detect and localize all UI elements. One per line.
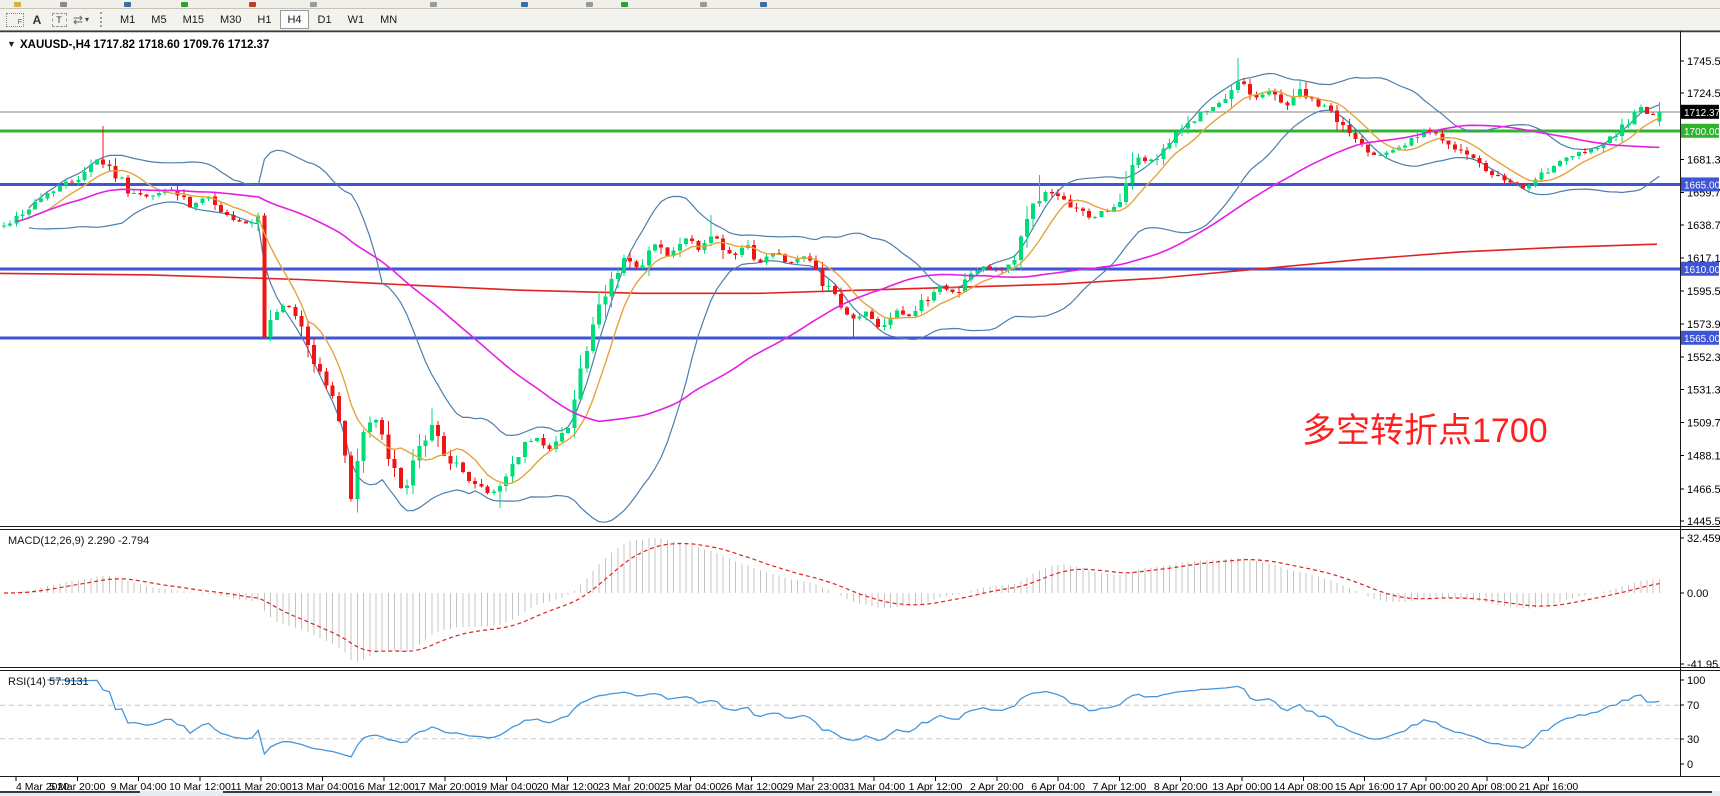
toolbar-icon-fragment (586, 2, 593, 7)
clipped-upper-toolbar (0, 0, 1720, 9)
price-axis-label: 1531.30 (1687, 384, 1720, 396)
price-axis-label: 1488.10 (1687, 451, 1720, 463)
time-axis-label: 29 Mar 23:00 (782, 781, 844, 791)
timeframe-button-w1[interactable]: W1 (341, 10, 372, 29)
price-badge-label: 1712.37 (1684, 108, 1720, 119)
price-axis-label: 1595.50 (1687, 286, 1720, 298)
chart-title: XAUUSD-,H4 1717.82 1718.60 1709.76 1712.… (20, 39, 269, 51)
rsi-line (47, 680, 1659, 757)
price-badge-label: 1700.00 (1684, 127, 1720, 138)
rsi-label: RSI(14) 57.9131 (8, 676, 89, 688)
rsi-panel (0, 680, 1680, 757)
toolbar-icon-fragment (621, 2, 628, 7)
annotation-text[interactable]: 多空转折点1700 (1302, 412, 1548, 450)
toolbar-icon-fragment (700, 2, 707, 7)
price-axis-label: 1745.50 (1687, 56, 1720, 68)
toolbar-icon-fragment (60, 2, 67, 7)
time-axis-label: 14 Apr 08:00 (1274, 781, 1334, 791)
time-axis-label: 17 Mar 20:00 (414, 781, 476, 791)
time-axis-label: 31 Mar 04:00 (843, 781, 905, 791)
price-chart-canvas[interactable]: 多空转折点1700 ▼ XAUUSD-,H4 1717.82 1718.60 170… (0, 31, 1720, 791)
price-axis-label: 1466.50 (1687, 484, 1720, 496)
time-axis-label: 26 Mar 12:00 (721, 781, 783, 791)
price-axis-label: 1638.70 (1687, 220, 1720, 232)
toolbar-icon-fragment (249, 2, 256, 7)
collapse-symbol-list-icon[interactable]: ▼ (7, 39, 16, 49)
chart-tab-strip[interactable] (0, 791, 1720, 796)
time-axis-label: 19 Mar 04:00 (475, 781, 537, 791)
toolbar-icon-fragment (521, 2, 528, 7)
price-axis-label: 1552.30 (1687, 352, 1720, 364)
rsi-axis-label: 100 (1687, 675, 1705, 687)
arrows-tool-icon[interactable]: ⇄ ▾ (71, 11, 91, 28)
timeframe-button-d1[interactable]: D1 (311, 10, 339, 29)
time-axis-label: 2 Apr 20:00 (970, 781, 1024, 791)
price-panel (0, 58, 1680, 522)
time-axis-label: 1 Apr 12:00 (909, 781, 963, 791)
bollinger-lower-band (29, 110, 1660, 522)
time-axis-label: 15 Apr 16:00 (1335, 781, 1395, 791)
price-badge-label: 1610.00 (1684, 265, 1720, 276)
macd-label: MACD(12,26,9) 2.290 -2.794 (8, 535, 149, 547)
tab-strip-segment (0, 791, 140, 793)
time-axis-label: 17 Apr 00:00 (1396, 781, 1456, 791)
macd-axis-label: -41.95 (1687, 659, 1718, 671)
time-axis-label: 9 Mar 04:00 (111, 781, 167, 791)
time-axis-label: 20 Apr 08:00 (1457, 781, 1517, 791)
toolbar-icon-fragment (310, 2, 317, 7)
time-axis-label: 7 Apr 12:00 (1093, 781, 1147, 791)
price-axis-label: 1681.30 (1687, 154, 1720, 166)
time-axis-label: 8 Apr 20:00 (1154, 781, 1208, 791)
timeframe-button-m5[interactable]: M5 (144, 10, 173, 29)
rsi-axis-label: 0 (1687, 759, 1693, 771)
toolbar-icon-fragment (181, 2, 188, 7)
toolbar-drag-handle[interactable] (100, 12, 106, 27)
price-axis-label: 1724.50 (1687, 88, 1720, 100)
timeframe-button-mn[interactable]: MN (373, 10, 404, 29)
toolbar-icon-fragment (124, 2, 131, 7)
chart-toolbar: F A T ⇄ ▾ M1M5M15M30H1H4D1W1MN (0, 9, 1720, 31)
rsi-axis-label: 70 (1687, 700, 1699, 712)
price-badge-label: 1565.00 (1684, 334, 1720, 345)
toolbar-icon-fragment (430, 2, 437, 7)
macd-axis-label: 32.459 (1687, 533, 1720, 545)
timeframe-button-group: M1M5M15M30H1H4D1W1MN (112, 10, 405, 29)
text-box-tool-icon[interactable]: T (49, 11, 69, 28)
time-axis-label: 13 Apr 00:00 (1212, 781, 1272, 791)
timeframe-button-m15[interactable]: M15 (176, 10, 211, 29)
time-axis-label: 25 Mar 04:00 (659, 781, 721, 791)
timeframe-button-h4[interactable]: H4 (280, 10, 308, 29)
time-axis-label: 13 Mar 04:00 (292, 781, 354, 791)
time-axis-label: 10 Mar 12:00 (169, 781, 231, 791)
time-axis-label: 5 Mar 20:00 (49, 781, 105, 791)
time-axis-label: 23 Mar 20:00 (598, 781, 660, 791)
timeframe-button-h1[interactable]: H1 (250, 10, 278, 29)
toolbar-icon-fragment (760, 2, 767, 7)
bollinger-upper-band (29, 74, 1660, 436)
time-axis-label: 11 Mar 20:00 (231, 781, 292, 791)
price-axis-label: 1573.90 (1687, 319, 1720, 331)
arrows-glyph: ⇄ (73, 13, 83, 27)
text-label-tool-icon[interactable]: A (27, 11, 47, 28)
chevron-down-icon[interactable]: ▾ (85, 15, 89, 24)
price-axis-label: 1509.70 (1687, 418, 1720, 430)
grid-f-glyph: F (6, 13, 24, 27)
macd-panel (4, 538, 1659, 662)
tab-strip-segment (223, 791, 1712, 793)
chart-area: 多空转折点1700 ▼ XAUUSD-,H4 1717.82 1718.60 170… (0, 31, 1720, 791)
price-axis-label: 1445.50 (1687, 516, 1720, 528)
time-axis-label: 21 Apr 16:00 (1519, 781, 1579, 791)
time-axis-label: 20 Mar 12:00 (537, 781, 599, 791)
rsi-axis-label: 30 (1687, 734, 1699, 746)
toolbar-icon-fragment (14, 2, 21, 7)
boxed-t-glyph: T (52, 13, 67, 27)
indicator-grid-icon[interactable]: F (5, 11, 25, 28)
timeframe-button-m30[interactable]: M30 (213, 10, 248, 29)
price-badge-label: 1665.00 (1684, 180, 1720, 191)
timeframe-button-m1[interactable]: M1 (113, 10, 142, 29)
macd-axis-label: 0.00 (1687, 588, 1708, 600)
time-axis-label: 6 Apr 04:00 (1031, 781, 1085, 791)
time-axis-label: 16 Mar 12:00 (353, 781, 415, 791)
